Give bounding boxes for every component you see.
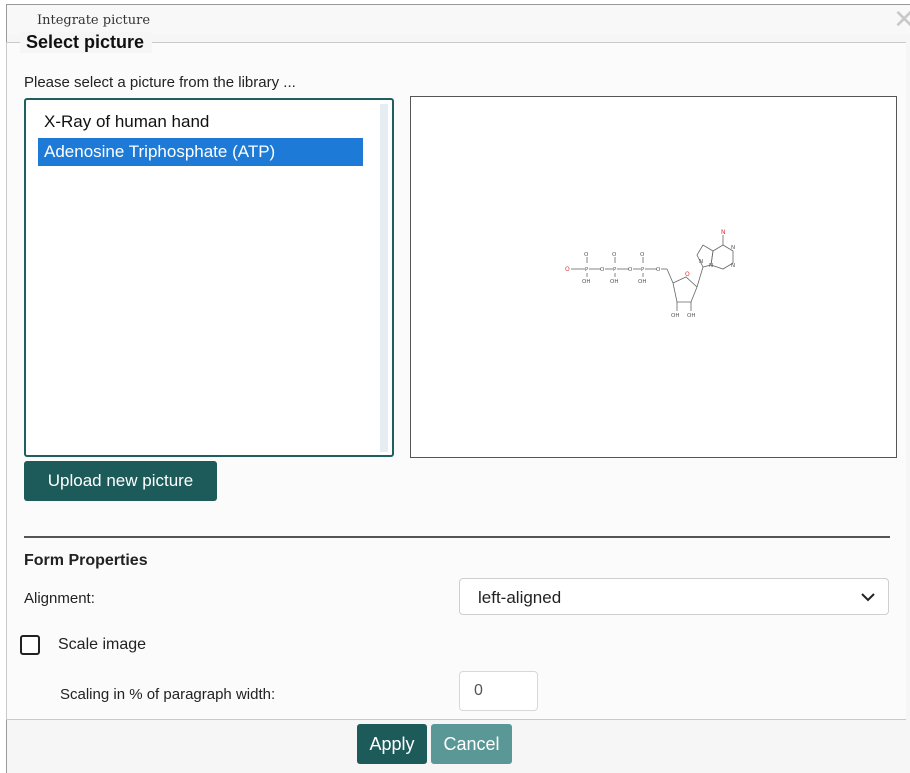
svg-text:N: N: [731, 245, 735, 251]
scale-image-label: Scale image: [58, 636, 147, 653]
apply-button[interactable]: Apply: [357, 724, 427, 764]
svg-text:O: O: [640, 252, 645, 258]
svg-text:OH: OH: [638, 279, 646, 285]
svg-text:P: P: [641, 267, 645, 273]
dialog-titlebar: Integrate picture ✕: [7, 5, 910, 35]
svg-text:O: O: [685, 271, 690, 278]
list-item[interactable]: Adenosine Triphosphate (ATP): [38, 138, 363, 166]
scaling-input[interactable]: [459, 671, 538, 711]
upload-new-picture-button[interactable]: Upload new picture: [24, 461, 217, 501]
cancel-button[interactable]: Cancel: [431, 724, 512, 764]
section-divider: [24, 536, 890, 538]
svg-text:O: O: [612, 252, 617, 258]
svg-text:O: O: [628, 267, 633, 273]
atp-molecule-image: O O N OOO PPP OOO OH OH OH OH OH NN NN: [565, 229, 735, 319]
svg-text:O: O: [565, 266, 570, 273]
list-item[interactable]: X-Ray of human hand: [38, 108, 363, 136]
scale-image-checkbox[interactable]: [20, 635, 40, 655]
instruction-text: Please select a picture from the library…: [24, 74, 296, 91]
alignment-label: Alignment:: [24, 590, 95, 607]
close-icon[interactable]: ✕: [893, 5, 910, 35]
picture-listbox[interactable]: X-Ray of human hand Adenosine Triphospha…: [24, 98, 394, 457]
svg-text:P: P: [585, 267, 589, 273]
picture-preview: O O N OOO PPP OOO OH OH OH OH OH NN NN: [410, 96, 897, 458]
svg-text:N: N: [721, 229, 726, 236]
list-scrollbar[interactable]: [380, 104, 388, 452]
svg-text:OH: OH: [671, 313, 679, 319]
svg-text:N: N: [731, 263, 735, 269]
alignment-value: left-aligned: [478, 588, 562, 607]
svg-text:OH: OH: [610, 279, 618, 285]
svg-text:O: O: [600, 267, 605, 273]
svg-text:O: O: [584, 252, 589, 258]
svg-text:O: O: [656, 267, 661, 273]
dialog-title: Integrate picture: [37, 13, 151, 28]
svg-text:OH: OH: [582, 279, 590, 285]
chevron-down-icon: [861, 593, 875, 602]
form-properties-title: Form Properties: [24, 552, 148, 569]
svg-text:P: P: [613, 267, 617, 273]
svg-text:OH: OH: [687, 313, 695, 319]
alignment-select[interactable]: left-aligned: [459, 578, 889, 615]
scaling-label: Scaling in % of paragraph width:: [60, 686, 276, 703]
svg-text:N: N: [709, 263, 713, 269]
select-picture-legend: Select picture: [20, 32, 153, 53]
svg-text:N: N: [699, 259, 703, 265]
